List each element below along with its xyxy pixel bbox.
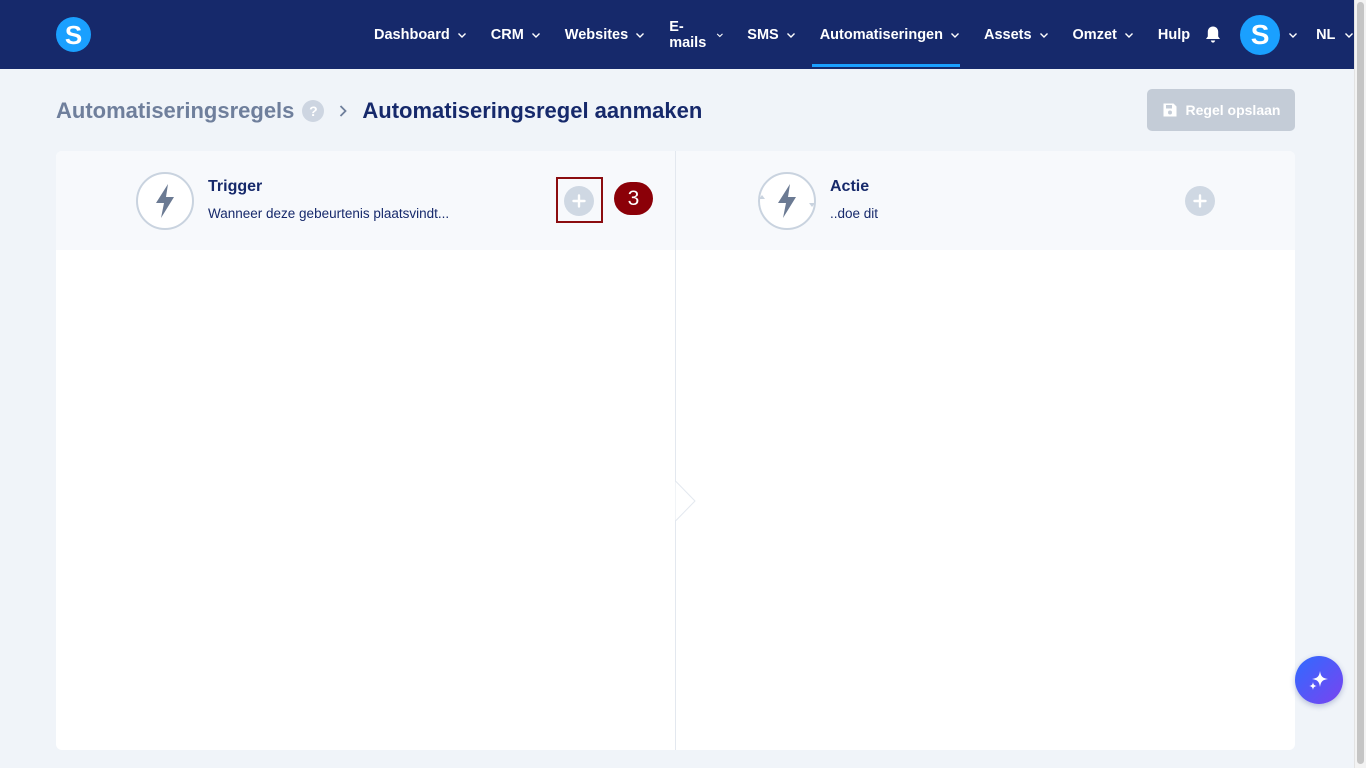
column-divider: [675, 151, 676, 750]
language-label: NL: [1316, 26, 1336, 43]
chevron-down-icon: [1039, 32, 1048, 38]
nav-item-dashboard[interactable]: Dashboard: [366, 0, 467, 69]
lightning-cycle-icon: [758, 172, 816, 230]
sparkle-icon: [1309, 671, 1328, 690]
notifications-button[interactable]: [1204, 0, 1222, 69]
language-selector[interactable]: NL: [1316, 27, 1354, 43]
nav-item-label: Automatiseringen: [819, 26, 943, 43]
chevron-down-icon: [531, 32, 540, 38]
nav-item-label: Dashboard: [374, 26, 450, 43]
breadcrumb: Automatiseringsregels ? Automatiseringsr…: [56, 96, 702, 126]
brand-logo[interactable]: S: [56, 17, 91, 52]
nav-item-label: E-mails: [669, 18, 707, 51]
save-icon: [1163, 103, 1177, 117]
step-number-badge: 3: [614, 182, 653, 215]
main-nav: Dashboard CRM Websites E-mails SMS Autom…: [366, 0, 1354, 69]
trigger-subtitle: Wanneer deze gebeurtenis plaatsvindt...: [208, 206, 450, 221]
nav-item-assets[interactable]: Assets: [976, 0, 1049, 69]
chevron-down-icon: [457, 32, 466, 38]
chevron-right-icon: [340, 105, 348, 117]
chevron-down-icon: [1345, 32, 1354, 38]
nav-item-label: CRM: [490, 26, 524, 43]
nav-item-websites[interactable]: Websites: [557, 0, 645, 69]
nav-item-hulp[interactable]: Hulp: [1150, 0, 1190, 69]
save-rule-button[interactable]: Regel opslaan: [1147, 89, 1295, 131]
nav-item-label: Omzet: [1072, 26, 1117, 43]
highlight-box: [556, 177, 603, 223]
bell-icon: [1206, 26, 1221, 43]
user-menu[interactable]: S: [1240, 14, 1298, 55]
page-scrollbar[interactable]: [1354, 0, 1366, 768]
help-icon[interactable]: ?: [302, 100, 325, 122]
page-title: Automatiseringsregel aanmaken: [362, 98, 703, 123]
lightning-icon: [136, 172, 194, 230]
breadcrumb-parent-link[interactable]: Automatiseringsregels: [56, 98, 294, 124]
plus-icon: [1193, 194, 1207, 208]
add-action-button[interactable]: [1185, 186, 1215, 216]
divider-arrow-notch: [675, 481, 696, 521]
nav-item-omzet[interactable]: Omzet: [1065, 0, 1134, 69]
action-title: Actie: [830, 178, 870, 195]
nav-item-label: Assets: [983, 26, 1032, 43]
chevron-down-icon: [1124, 32, 1133, 38]
brand-logo-letter: S: [64, 19, 83, 50]
avatar: S: [1240, 14, 1281, 55]
nav-item-crm[interactable]: CRM: [483, 0, 541, 69]
action-section: Actie ..doe dit: [676, 151, 1295, 250]
chevron-down-icon: [636, 32, 645, 38]
help-mark: ?: [309, 103, 318, 119]
nav-item-label: Hulp: [1157, 26, 1191, 43]
top-navigation-bar: S Dashboard CRM Websites E-mails SMS Aut…: [0, 0, 1354, 69]
chevron-down-icon: [716, 32, 723, 37]
avatar-letter: S: [1250, 18, 1270, 50]
step-number: 3: [627, 186, 640, 210]
nav-item-label: SMS: [747, 26, 779, 43]
nav-item-e-mails[interactable]: E-mails: [661, 0, 723, 69]
ai-assistant-button[interactable]: [1295, 656, 1343, 704]
rule-builder-panel: Trigger Wanneer deze gebeurtenis plaatsv…: [56, 151, 1295, 750]
scrollbar-thumb[interactable]: [1357, 2, 1364, 764]
trigger-title: Trigger: [208, 178, 263, 195]
action-subtitle: ..doe dit: [830, 206, 879, 221]
nav-item-label: Websites: [564, 26, 629, 43]
chevron-down-icon: [950, 32, 959, 38]
chevron-down-icon: [786, 32, 795, 38]
save-rule-label: Regel opslaan: [1185, 102, 1281, 118]
chevron-down-icon: [1289, 32, 1298, 38]
nav-item-automatiseringen[interactable]: Automatiseringen: [811, 0, 961, 69]
trigger-section: Trigger Wanneer deze gebeurtenis plaatsv…: [56, 151, 675, 250]
nav-item-sms[interactable]: SMS: [739, 0, 795, 69]
